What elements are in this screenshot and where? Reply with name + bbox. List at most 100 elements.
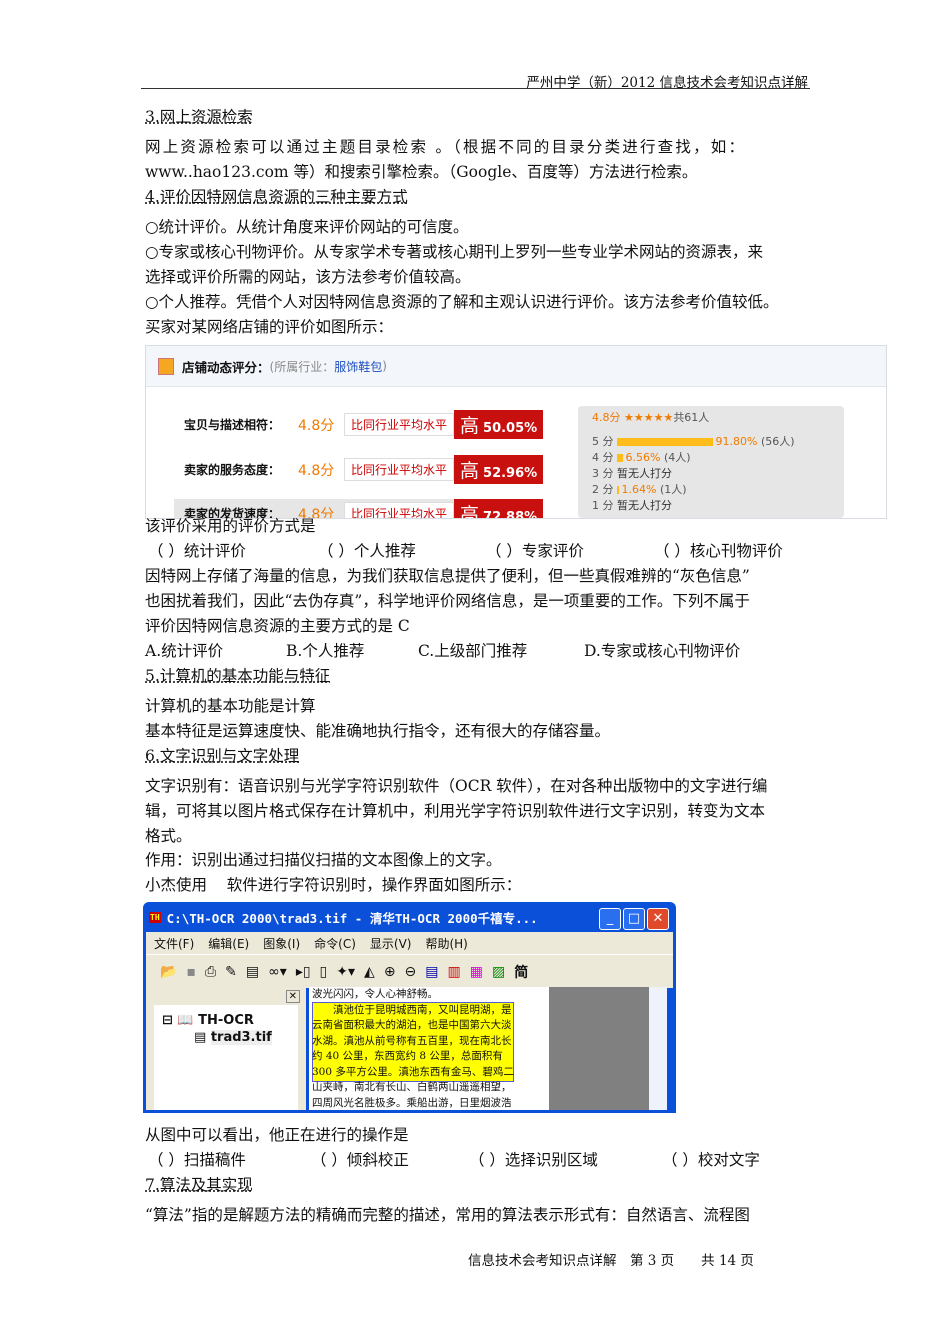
paragraph-line: 辑，可将其以图片格式保存在计算机中，利用光学字符识别软件进行文字识别，转变为文本 bbox=[145, 802, 766, 820]
glasses-icon[interactable]: ∞▾ bbox=[268, 964, 287, 980]
total-raters: 共61人 bbox=[673, 411, 710, 424]
option: （ ）选择识别区域 bbox=[469, 1151, 598, 1169]
q3-options: （ ）扫描稿件 （ ）倾斜校正 （ ）选择识别区域 （ ）校对文字 bbox=[148, 1150, 760, 1170]
zoom-in-icon[interactable]: ⊕ bbox=[384, 964, 396, 980]
open-icon[interactable]: 📂 bbox=[160, 964, 177, 980]
q2-options: A.统计评价 B.个人推荐 C.上级部门推荐 D.专家或核心刊物评价 bbox=[145, 641, 740, 661]
level: 高 bbox=[460, 504, 480, 519]
doc-line: 水湖。滇池从前号称有五百里，现在南北长 bbox=[312, 1034, 512, 1047]
dist-none: 暂无人打分 bbox=[617, 467, 672, 480]
rating-score: 4.8分 bbox=[298, 417, 335, 434]
tree-root-label: TH-OCR bbox=[198, 1013, 254, 1028]
menu-view[interactable]: 显示(V) bbox=[370, 935, 412, 952]
compare-badge: 高 72.88% bbox=[454, 499, 544, 519]
header-rule bbox=[141, 88, 810, 89]
doc-text: 波光闪闪，令人心神舒畅。 滇池位于昆明城西南，又叫昆明湖，是 云南省面积最大的湖泊… bbox=[312, 987, 552, 1110]
star-label: 4 分 bbox=[592, 451, 614, 464]
shop-rating-title: 店铺动态评分： bbox=[182, 359, 270, 375]
stars-icon: ★★★★★ bbox=[624, 411, 674, 424]
image-view[interactable]: 波光闪闪，令人心神舒畅。 滇池位于昆明城西南，又叫昆明湖，是 云南省面积最大的湖泊… bbox=[309, 987, 552, 1110]
wand-icon[interactable]: ✦▾ bbox=[336, 964, 355, 980]
close-button[interactable]: ✕ bbox=[647, 908, 669, 930]
ocr-app-icon: TH bbox=[149, 911, 161, 923]
paragraph-line: 网上资源检索可以通过主题目录检索 。（根据不同的目录分类进行查找，如： bbox=[145, 138, 747, 156]
option: （ ）校对文字 bbox=[662, 1151, 760, 1169]
menu-bar: 文件(F) 编辑(E) 图象(I) 命令(C) 显示(V) 帮助(H) bbox=[146, 932, 673, 954]
tree-file[interactable]: ▤ trad3.tif bbox=[154, 1028, 298, 1045]
rating-label: 宝贝与描述相符： bbox=[184, 418, 281, 432]
dist-pct: 91.80% bbox=[715, 435, 758, 448]
deskew-icon[interactable]: ◭ bbox=[364, 964, 375, 980]
import-icon[interactable]: ▸▯ bbox=[296, 964, 311, 980]
option: （ ）统计评价 bbox=[148, 542, 246, 560]
recognize-icon[interactable]: ▤ bbox=[246, 964, 259, 980]
maximize-button[interactable]: □ bbox=[623, 908, 645, 930]
dist-pct: 6.56% bbox=[625, 451, 661, 464]
page-footer: 信息技术会考知识点详解 第 3 页 共 14 页 bbox=[468, 1253, 754, 1269]
paragraph-line: 评价因特网信息资源的主要方式的是 C bbox=[145, 617, 410, 635]
vertical-scrollbar[interactable] bbox=[649, 987, 667, 1110]
dist-bar bbox=[616, 454, 623, 462]
doc-line: 300 多平方公里。滇池东西有金马、碧鸡二 bbox=[312, 1065, 514, 1078]
compare-label: 比同行业平均水平 bbox=[344, 502, 455, 518]
section-heading: 4.评价因特网信息资源的三种主要方式 bbox=[145, 188, 408, 206]
document-page: 严州中学（新）2012 信息技术会考知识点详解 3.网上资源检索 网上资源检索可… bbox=[0, 0, 950, 1344]
vertical-region-icon[interactable]: ▥ bbox=[448, 964, 461, 980]
menu-command[interactable]: 命令(C) bbox=[314, 935, 356, 952]
pct: 52.96% bbox=[483, 466, 538, 481]
print-icon[interactable]: ⎙ bbox=[205, 964, 216, 980]
window-title: C:\TH-OCR 2000\trad3.tif - 清华TH-OCR 2000… bbox=[166, 910, 538, 926]
doc-line: 云南省面积最大的湖泊，也是中国第六大淡 bbox=[312, 1019, 512, 1031]
table-region-icon[interactable]: ▦ bbox=[470, 964, 483, 980]
paragraph-line: 因特网上存储了海量的信息，为我们获取信息提供了便利，但一些真假难辨的“灰色信息” bbox=[145, 567, 750, 585]
option: （ ）倾斜校正 bbox=[311, 1151, 409, 1169]
menu-edit[interactable]: 编辑(E) bbox=[208, 935, 249, 952]
option: （ ）核心刊物评价 bbox=[654, 542, 783, 560]
menu-image[interactable]: 图象(I) bbox=[263, 935, 300, 952]
q1-options: （ ）统计评价 （ ）个人推荐 （ ）专家评价 （ ）核心刊物评价 bbox=[148, 541, 783, 561]
paragraph-line: ○统计评价。从统计角度来评价网站的可信度。 bbox=[145, 218, 469, 236]
shop-rating-image: 店铺动态评分： (所属行业： 服饰鞋包) 宝贝与描述相符： 4.8分比同行业平均水平… bbox=[145, 345, 887, 519]
text-region-icon[interactable]: ▤ bbox=[425, 964, 438, 980]
section-heading: 5.计算机的基本功能与特征 bbox=[145, 667, 331, 685]
rating-score: 4.8分 bbox=[298, 462, 335, 479]
rating-row: 宝贝与描述相符： 4.8分 比同行业平均水平高 50.05% bbox=[184, 410, 544, 439]
industry-link[interactable]: 服饰鞋包 bbox=[334, 358, 382, 375]
dist-pct: 1.64% bbox=[621, 483, 657, 496]
section-heading: 7.算法及其实现 bbox=[145, 1176, 253, 1194]
menu-help[interactable]: 帮助(H) bbox=[425, 935, 467, 952]
calendar-icon bbox=[158, 357, 174, 375]
option: C.上级部门推荐 bbox=[418, 642, 528, 660]
file-tree: ⊟ 📖 TH-OCR ▤ trad3.tif bbox=[154, 1005, 298, 1110]
simplified-button[interactable]: 简 bbox=[514, 962, 528, 982]
question-text: 该评价采用的评价方式是 bbox=[145, 517, 316, 535]
paragraph-line: 作用：识别出通过扫描仪扫描的文本图像上的文字。 bbox=[145, 851, 502, 869]
paragraph-line: 选择或评价所需的网站，该方法参考价值较高。 bbox=[145, 268, 471, 286]
industry-prefix: (所属行业： bbox=[269, 359, 335, 374]
title-bar: TH C:\TH-OCR 2000\trad3.tif - 清华TH-OCR 20… bbox=[143, 902, 676, 932]
minimize-button[interactable]: _ bbox=[599, 908, 621, 930]
doc-line: 四周风光名胜极多。乘船出游，日里烟波浩 bbox=[312, 1096, 512, 1109]
star-label: 1 分 bbox=[592, 499, 614, 512]
doc-line: 山夹峙，南北有长山、白鹤两山遥遥相望， bbox=[312, 1081, 512, 1093]
paragraph-line: www..hao123.com 等）和搜索引擎检索。（Google、百度等）方法… bbox=[145, 163, 698, 181]
shop-rating-header: 店铺动态评分： (所属行业： 服饰鞋包) bbox=[146, 346, 886, 387]
tree-root[interactable]: ⊟ 📖 TH-OCR bbox=[154, 1005, 298, 1028]
question-text: 从图中可以看出，他正在进行的操作是 bbox=[145, 1126, 409, 1144]
paragraph-line: 小杰使用 软件进行字符识别时，操作界面如图所示： bbox=[145, 876, 522, 894]
paragraph-line: ○专家或核心刊物评价。从专家学术专著或核心期刊上罗列一些专业学术网站的资源表，来 bbox=[145, 243, 764, 261]
scan-icon[interactable]: ✎ bbox=[225, 964, 237, 980]
doc-line: 约 40 公里，东西宽约 8 公里，总面积有 bbox=[312, 1050, 503, 1062]
menu-file[interactable]: 文件(F) bbox=[154, 935, 194, 952]
paragraph-line: “算法”指的是解题方法的精确而完整的描述，常用的算法表示形式有：自然语言、流程图 bbox=[145, 1206, 750, 1224]
page-icon[interactable]: ▯ bbox=[320, 964, 328, 980]
save-icon[interactable]: ▪ bbox=[186, 964, 196, 980]
paragraph-line: 文字识别有：语音识别与光学字符识别软件（OCR 软件），在对各种出版物中的文字进… bbox=[145, 777, 768, 795]
zoom-out-icon[interactable]: ⊖ bbox=[405, 964, 417, 980]
compare-badge: 高 52.96% bbox=[454, 455, 544, 484]
image-region-icon[interactable]: ▨ bbox=[492, 964, 505, 980]
level: 高 bbox=[460, 460, 480, 482]
pct: 50.05% bbox=[483, 421, 538, 436]
doc-line: 波光闪闪，令人心神舒畅。 bbox=[312, 988, 438, 1000]
close-panel-icon[interactable]: ✕ bbox=[285, 990, 300, 1003]
